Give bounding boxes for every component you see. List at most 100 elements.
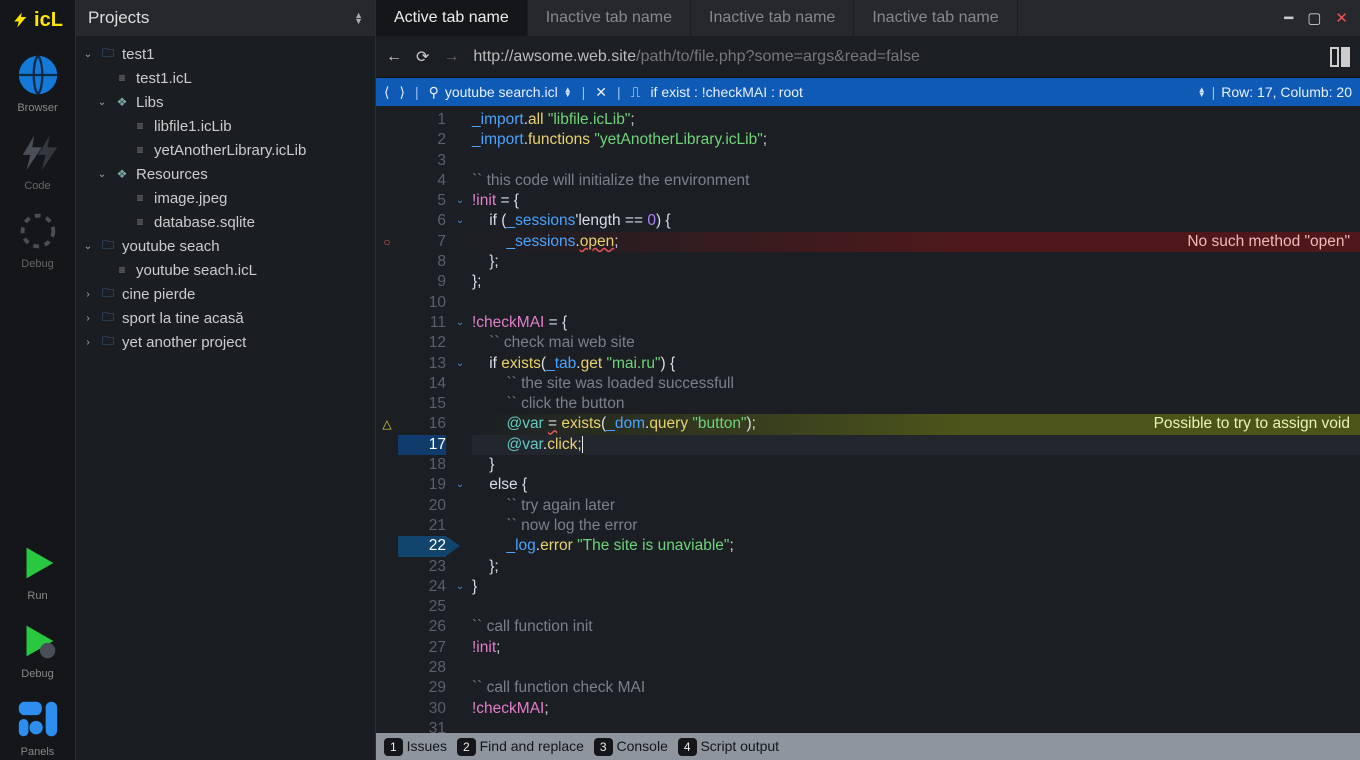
code-line[interactable]: `` call function init: [472, 617, 1360, 637]
line-number[interactable]: 16: [398, 414, 446, 434]
tab-inactive[interactable]: Inactive tab name: [854, 0, 1017, 36]
line-number[interactable]: 20: [398, 496, 446, 516]
line-number[interactable]: 15: [398, 394, 446, 414]
code-line[interactable]: };: [472, 252, 1360, 272]
tree-item[interactable]: ⌄🗀youtube seach: [76, 234, 375, 258]
fold-icon[interactable]: ⌄: [452, 313, 468, 333]
code-line[interactable]: _import.functions "yetAnotherLibrary.icL…: [472, 130, 1360, 150]
code-line[interactable]: };: [472, 557, 1360, 577]
close-icon[interactable]: ✕: [1335, 9, 1348, 27]
sort-icon[interactable]: ▲▼: [354, 12, 363, 24]
tree-item[interactable]: ›🗀cine pierde: [76, 282, 375, 306]
rail-browser[interactable]: Browser: [0, 48, 75, 116]
tab-inactive[interactable]: Inactive tab name: [528, 0, 691, 36]
tree-item[interactable]: ⌄🗀test1: [76, 42, 375, 66]
scope-picker[interactable]: if exist : !checkMAI : root: [650, 84, 803, 100]
line-number[interactable]: 7: [398, 232, 446, 252]
line-number[interactable]: 22: [398, 536, 446, 556]
code-line[interactable]: `` try again later: [472, 496, 1360, 516]
panel-tab[interactable]: Issues: [407, 738, 447, 754]
code-line[interactable]: else {: [472, 475, 1360, 495]
minimize-icon[interactable]: ━: [1284, 9, 1293, 27]
line-number[interactable]: 6: [398, 211, 446, 231]
code-line[interactable]: `` now log the error: [472, 516, 1360, 536]
line-number[interactable]: 5: [398, 191, 446, 211]
code-line[interactable]: [472, 597, 1360, 617]
code-line[interactable]: @var = exists(_dom.query "button");Possi…: [472, 414, 1360, 434]
line-number[interactable]: 30: [398, 699, 446, 719]
code-line[interactable]: [472, 719, 1360, 733]
tree-item[interactable]: ≡youtube seach.icL: [76, 258, 375, 282]
fold-icon[interactable]: ⌄: [452, 577, 468, 597]
tree-item[interactable]: ≡image.jpeg: [76, 186, 375, 210]
tree-item[interactable]: ≡test1.icL: [76, 66, 375, 90]
code-editor[interactable]: ○△ 1234567891011121314151617181920212223…: [376, 106, 1360, 733]
code-line[interactable]: !init;: [472, 638, 1360, 658]
code-line[interactable]: [472, 658, 1360, 678]
file-picker[interactable]: ⚲ youtube search.icl ▲▼: [429, 84, 572, 101]
tree-item[interactable]: ⌄❖Libs: [76, 90, 375, 114]
cursor-position[interactable]: ▲▼ | Row: 17, Columb: 20: [1198, 84, 1352, 100]
line-number[interactable]: 25: [398, 597, 446, 617]
line-number[interactable]: 2: [398, 130, 446, 150]
fold-icon[interactable]: ⌄: [452, 211, 468, 231]
tree-item[interactable]: ›🗀yet another project: [76, 330, 375, 354]
tree-item[interactable]: ≡database.sqlite: [76, 210, 375, 234]
file-next-icon[interactable]: ⟩: [399, 84, 404, 101]
code-line[interactable]: };: [472, 272, 1360, 292]
code-line[interactable]: !checkMAI;: [472, 699, 1360, 719]
tree-item[interactable]: ›🗀sport la tine acasă: [76, 306, 375, 330]
tab-inactive[interactable]: Inactive tab name: [691, 0, 854, 36]
line-number[interactable]: 17: [398, 435, 446, 455]
rail-debug-run[interactable]: Debug: [0, 614, 75, 682]
nav-back-icon[interactable]: ←: [386, 48, 402, 66]
file-prev-icon[interactable]: ⟨: [384, 84, 389, 101]
code-line[interactable]: `` check mai web site: [472, 333, 1360, 353]
code-line[interactable]: if exists(_tab.get "mai.ru") {: [472, 354, 1360, 374]
code-line[interactable]: }: [472, 577, 1360, 597]
line-number[interactable]: 19: [398, 475, 446, 495]
code-line[interactable]: _sessions.open;No such method "open": [472, 232, 1360, 252]
code-area[interactable]: _import.all "libfile.icLib";_import.func…: [468, 106, 1360, 733]
maximize-icon[interactable]: ▢: [1307, 9, 1321, 27]
panel-tab[interactable]: Console: [617, 738, 668, 754]
line-number[interactable]: 23: [398, 557, 446, 577]
panel-tab[interactable]: Script output: [700, 738, 779, 754]
fold-icon[interactable]: ⌄: [452, 191, 468, 211]
line-number[interactable]: 14: [398, 374, 446, 394]
line-number[interactable]: 13: [398, 354, 446, 374]
rail-debug[interactable]: Debug: [0, 204, 75, 272]
url-text[interactable]: http://awsome.web.site/path/to/file.php?…: [473, 48, 920, 66]
tree-item[interactable]: ⌄❖Resources: [76, 162, 375, 186]
tab-close-icon[interactable]: ✕: [595, 84, 607, 101]
code-line[interactable]: `` click the button: [472, 394, 1360, 414]
code-line[interactable]: [472, 293, 1360, 313]
warn-mark-icon[interactable]: △: [376, 414, 398, 434]
nav-reload-icon[interactable]: ⟳: [416, 47, 429, 67]
rail-code[interactable]: Code: [0, 126, 75, 194]
line-number[interactable]: 11: [398, 313, 446, 333]
code-line[interactable]: if (_sessions'length == 0) {: [472, 211, 1360, 231]
line-number[interactable]: 26: [398, 617, 446, 637]
code-line[interactable]: [472, 151, 1360, 171]
line-number[interactable]: 1: [398, 110, 446, 130]
panel-tab[interactable]: Find and replace: [480, 738, 584, 754]
code-line[interactable]: @var.click;: [472, 435, 1360, 455]
line-number[interactable]: 3: [398, 151, 446, 171]
line-number[interactable]: 18: [398, 455, 446, 475]
tree-item[interactable]: ≡libfile1.icLib: [76, 114, 375, 138]
line-number[interactable]: 28: [398, 658, 446, 678]
line-number[interactable]: 12: [398, 333, 446, 353]
rail-run[interactable]: Run: [0, 536, 75, 604]
fold-icon[interactable]: ⌄: [452, 475, 468, 495]
line-number[interactable]: 8: [398, 252, 446, 272]
fold-icon[interactable]: ⌄: [452, 354, 468, 374]
tab-active[interactable]: Active tab name: [376, 0, 528, 36]
line-number[interactable]: 31: [398, 719, 446, 733]
code-line[interactable]: `` the site was loaded successfull: [472, 374, 1360, 394]
code-line[interactable]: !init = {: [472, 191, 1360, 211]
code-line[interactable]: _log.error "The site is unaviable";: [472, 536, 1360, 556]
line-number[interactable]: 29: [398, 678, 446, 698]
line-number[interactable]: 9: [398, 272, 446, 292]
split-view-icon[interactable]: [1330, 47, 1350, 67]
